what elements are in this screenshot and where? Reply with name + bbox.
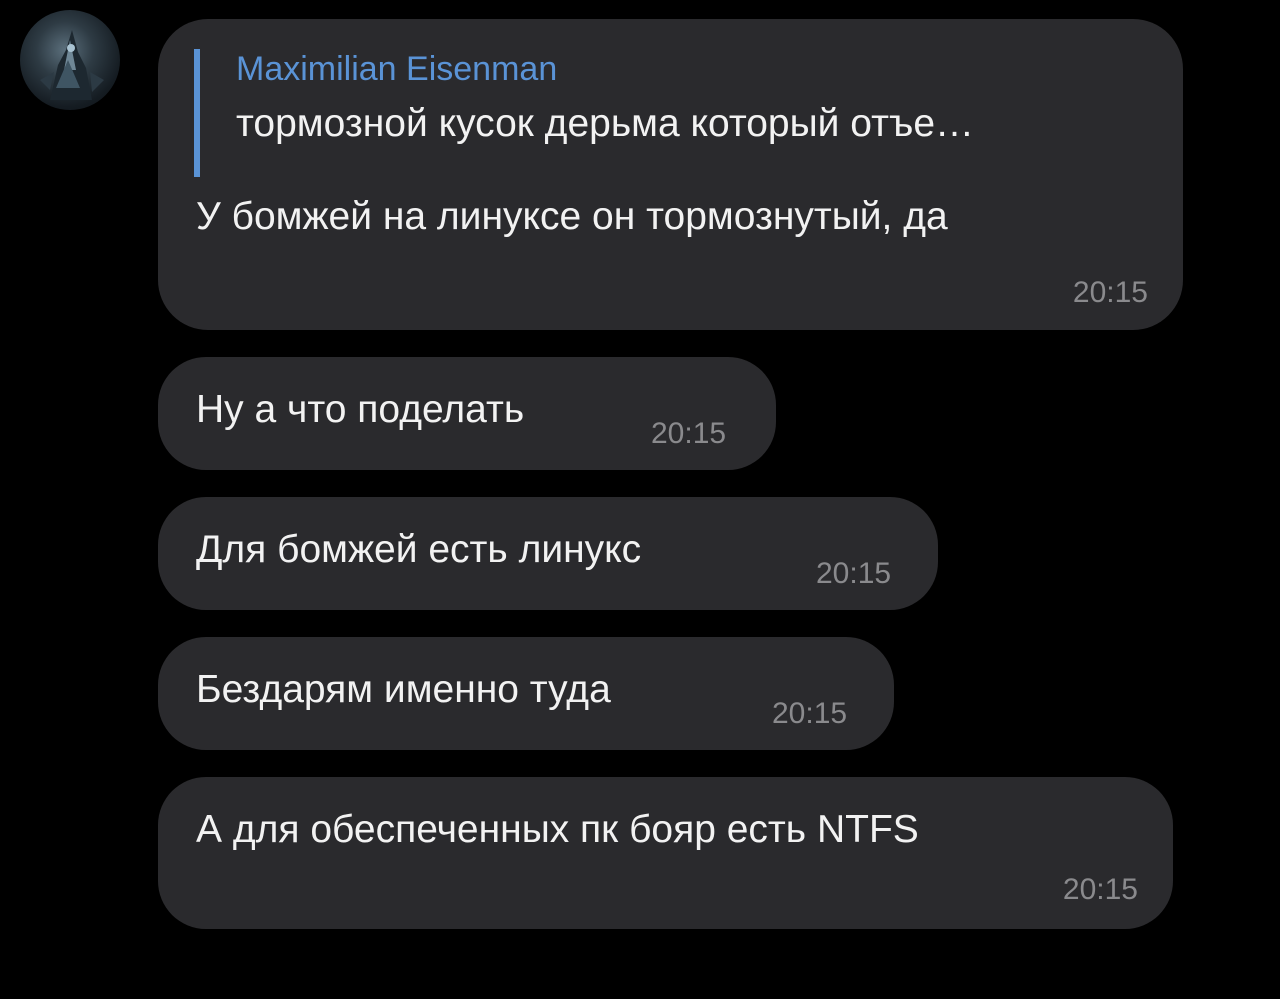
reply-author: Maximilian Eisenman <box>236 50 558 88</box>
reply-text: тормозной кусок дерьма который отъе… <box>236 102 975 146</box>
message-text: А для обеспеченных пк бояр есть NTFS <box>196 808 919 851</box>
avatar[interactable] <box>20 10 120 110</box>
message-bubble[interactable]: Бездарям именно туда 20:15 <box>158 637 894 750</box>
message-time: 20:15 <box>651 417 727 450</box>
message-time: 20:15 <box>1062 873 1138 906</box>
message-time: 20:15 <box>816 557 892 590</box>
message-time: 20:15 <box>772 697 848 730</box>
message-bubble[interactable]: Maximilian Eisenman тормозной кусок дерь… <box>158 19 1183 330</box>
message-time: 20:15 <box>1072 276 1148 309</box>
message-text: Бездарям именно туда <box>196 668 611 711</box>
user-avatar-icon <box>40 30 104 100</box>
message-bubble[interactable]: А для обеспеченных пк бояр есть NTFS 20:… <box>158 777 1173 929</box>
message-bubble[interactable]: Для бомжей есть линукс 20:15 <box>158 497 938 610</box>
message-text: Для бомжей есть линукс <box>196 528 642 571</box>
message-text: Ну а что поделать <box>196 388 525 431</box>
message-bubble[interactable]: Ну а что поделать 20:15 <box>158 357 776 470</box>
reply-quote[interactable]: Maximilian Eisenman тормозной кусок дерь… <box>194 49 1154 177</box>
message-text: У бомжей на линуксе он тормознутый, да <box>196 195 948 238</box>
